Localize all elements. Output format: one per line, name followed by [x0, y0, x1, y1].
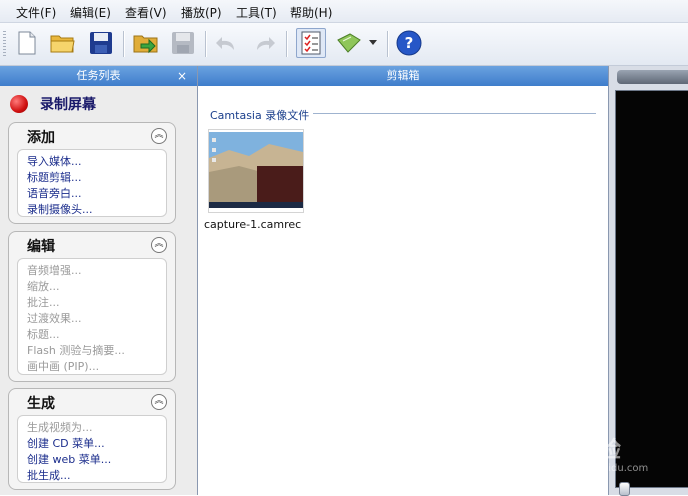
- link-create-web-menu[interactable]: 创建 web 菜单...: [27, 451, 111, 467]
- task-list-title: 任务列表: [76, 69, 121, 82]
- undo-icon: [214, 30, 240, 56]
- thumbnail-image: [209, 130, 303, 212]
- toolbar: ?: [0, 23, 688, 66]
- link-create-cd-menu[interactable]: 创建 CD 菜单...: [27, 435, 105, 451]
- link-voice-narration[interactable]: 语音旁白...: [27, 185, 82, 201]
- link-callouts: 批注...: [27, 296, 60, 309]
- link-import-media[interactable]: 导入媒体...: [27, 153, 82, 169]
- section-label: Camtasia 录像文件: [210, 107, 314, 123]
- new-file-icon[interactable]: [14, 30, 40, 56]
- group-add-title: 添加: [27, 130, 55, 146]
- link-audio-enhance: 音频增强...: [27, 264, 82, 277]
- group-edit: 编辑 ︽ 音频增强... 缩放... 批注... 过渡效果... 标题... F…: [8, 231, 176, 382]
- clip-bin-header: 剪辑箱: [198, 66, 608, 86]
- link-titles: 标题...: [27, 328, 60, 341]
- menu-view[interactable]: 查看(V): [125, 4, 167, 21]
- watermark-url: jingyan.baidu.com: [556, 463, 649, 474]
- menu-bar: 文件(F) 编辑(E) 查看(V) 播放(P) 工具(T) 帮助(H): [0, 0, 688, 23]
- group-edit-title: 编辑: [27, 239, 55, 255]
- dropdown-arrow-icon[interactable]: [366, 30, 380, 56]
- link-flash-quiz: Flash 测验与摘要...: [27, 344, 125, 357]
- menu-play[interactable]: 播放(P): [181, 4, 222, 21]
- group-add-body: 导入媒体... 标题剪辑... 语音旁白... 录制摄像头...: [17, 149, 167, 217]
- help-icon[interactable]: ?: [396, 30, 422, 56]
- task-list-header: 任务列表 ×: [0, 66, 197, 86]
- open-folder-icon[interactable]: [50, 30, 76, 56]
- record-icon: [10, 95, 28, 113]
- link-title-clip[interactable]: 标题剪辑...: [27, 169, 82, 185]
- save-icon[interactable]: [88, 30, 114, 56]
- import-icon[interactable]: [133, 30, 159, 56]
- group-produce-title: 生成: [27, 396, 55, 412]
- link-batch-produce[interactable]: 批生成...: [27, 467, 71, 483]
- group-edit-body: 音频增强... 缩放... 批注... 过渡效果... 标题... Flash …: [17, 258, 167, 375]
- link-transitions: 过渡效果...: [27, 312, 82, 325]
- link-produce-video: 生成视频为...: [27, 421, 93, 434]
- clip-bin: 剪辑箱 Camtasia 录像文件 capture-1.camrec: [198, 66, 609, 495]
- collapse-icon[interactable]: ︽: [151, 394, 167, 410]
- group-add: 添加 ︽ 导入媒体... 标题剪辑... 语音旁白... 录制摄像头...: [8, 122, 176, 224]
- task-list-icon[interactable]: [296, 28, 326, 58]
- toolbar-separator: [387, 31, 389, 57]
- preview-screen: [615, 90, 688, 488]
- record-screen-label: 录制屏幕: [40, 97, 96, 113]
- toolbar-separator: [205, 31, 207, 57]
- seek-slider[interactable]: [619, 482, 630, 496]
- link-record-camera[interactable]: 录制摄像头...: [27, 201, 93, 217]
- save-disabled-icon: [170, 30, 196, 56]
- collapse-icon[interactable]: ︽: [151, 237, 167, 253]
- link-zoom: 缩放...: [27, 280, 60, 293]
- menu-tools[interactable]: 工具(T): [236, 4, 277, 21]
- toolbar-separator: [286, 31, 288, 57]
- collapse-icon[interactable]: ︽: [151, 128, 167, 144]
- close-icon[interactable]: ×: [177, 66, 187, 86]
- group-produce: 生成 ︽ 生成视频为... 创建 CD 菜单... 创建 web 菜单... 批…: [8, 388, 176, 490]
- watermark-logo: Bai 经验: [530, 438, 621, 463]
- produce-icon[interactable]: [336, 30, 362, 56]
- clip-filename[interactable]: capture-1.camrec: [204, 218, 301, 231]
- preview-panel: [609, 66, 688, 496]
- toolbar-separator: [123, 31, 125, 57]
- group-produce-body: 生成视频为... 创建 CD 菜单... 创建 web 菜单... 批生成...: [17, 415, 167, 483]
- preview-title-bar: [617, 70, 688, 84]
- svg-text:?: ?: [405, 34, 414, 52]
- clip-thumbnail[interactable]: [208, 129, 304, 213]
- menu-file[interactable]: 文件(F): [16, 4, 56, 21]
- link-pip: 画中画 (PIP)...: [27, 360, 100, 373]
- toolbar-grip[interactable]: [3, 31, 6, 57]
- task-list-panel: 任务列表 × 录制屏幕 添加 ︽ 导入媒体... 标题剪辑... 语音旁白...…: [0, 66, 198, 495]
- redo-icon: [251, 30, 277, 56]
- menu-help[interactable]: 帮助(H): [290, 4, 332, 21]
- menu-edit[interactable]: 编辑(E): [70, 4, 111, 21]
